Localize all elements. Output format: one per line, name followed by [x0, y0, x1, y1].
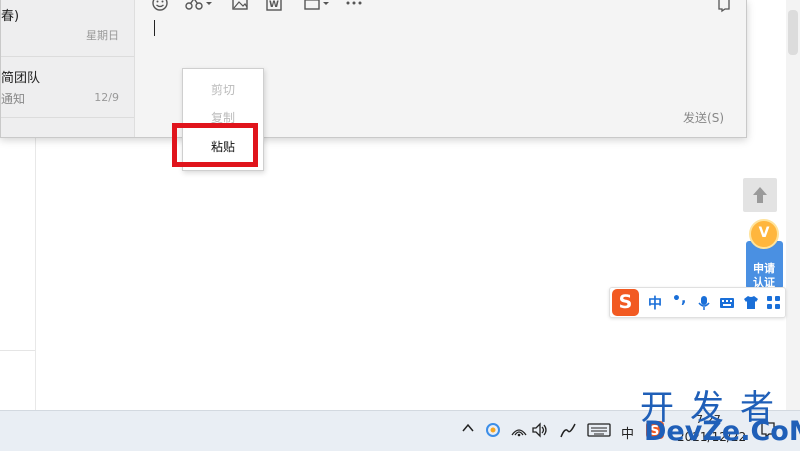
ime-toolbar: S 中 •,	[609, 287, 786, 318]
emoji-icon[interactable]	[151, 0, 169, 12]
wifi-icon[interactable]	[510, 421, 528, 443]
conversation-preview: 通知	[1, 92, 26, 106]
pen-ink-icon[interactable]	[559, 421, 577, 443]
ime-language-indicator[interactable]: 中	[621, 423, 634, 442]
ime-punctuation-toggle[interactable]: •,	[672, 291, 686, 307]
sogou-logo-icon[interactable]: S	[612, 289, 639, 316]
arrow-up-icon	[753, 187, 767, 203]
skin-shirt-icon[interactable]	[743, 295, 759, 314]
word-doc-icon[interactable]: W	[265, 0, 283, 12]
conversation-item[interactable]: 春) 星期日	[1, 0, 134, 58]
svg-text:W: W	[269, 0, 279, 10]
background-divider	[0, 350, 35, 351]
scissors-icon[interactable]	[185, 0, 213, 12]
image-icon[interactable]	[231, 0, 249, 12]
conversation-item[interactable]: 简团队 通知 12/9	[1, 60, 134, 118]
conversation-list: 春) 星期日 简团队 通知 12/9	[1, 0, 135, 137]
sync-app-icon[interactable]	[484, 421, 502, 443]
conversation-time: 12/9	[94, 91, 119, 104]
list-divider	[1, 56, 134, 57]
microphone-icon[interactable]	[697, 295, 711, 315]
watermark-domain: DevZe.CoM	[644, 416, 800, 447]
chat-window: 春) 星期日 简团队 通知 12/9 W 发送(S)	[0, 0, 747, 138]
certification-badge[interactable]: V 申请 认证	[745, 219, 783, 289]
vip-icon: V	[749, 219, 779, 249]
conversation-name: 春)	[1, 9, 20, 24]
highlight-annotation	[172, 123, 258, 167]
send-button[interactable]: 发送(S)	[683, 109, 724, 126]
conversation-time: 星期日	[86, 29, 119, 42]
touch-keyboard-icon[interactable]	[587, 422, 611, 442]
chat-history-icon[interactable]	[716, 0, 732, 17]
conversation-name: 简团队	[1, 71, 41, 86]
scroll-to-top-button[interactable]	[743, 178, 777, 212]
text-cursor	[154, 20, 155, 36]
page-scrollbar[interactable]	[786, 0, 800, 410]
toolbox-grid-icon[interactable]	[766, 295, 781, 314]
ime-mode-toggle[interactable]: 中	[648, 293, 662, 313]
more-icon[interactable]	[345, 0, 365, 12]
soft-keyboard-icon[interactable]	[719, 295, 735, 314]
page-scrollbar-thumb[interactable]	[788, 10, 798, 55]
window-icon[interactable]	[303, 0, 333, 12]
volume-icon[interactable]	[531, 421, 549, 443]
menu-item-cut[interactable]: 剪切	[183, 79, 263, 101]
show-hidden-icons-chevron-icon[interactable]	[461, 421, 475, 439]
list-divider	[1, 117, 134, 118]
background-sidebar	[0, 138, 36, 410]
